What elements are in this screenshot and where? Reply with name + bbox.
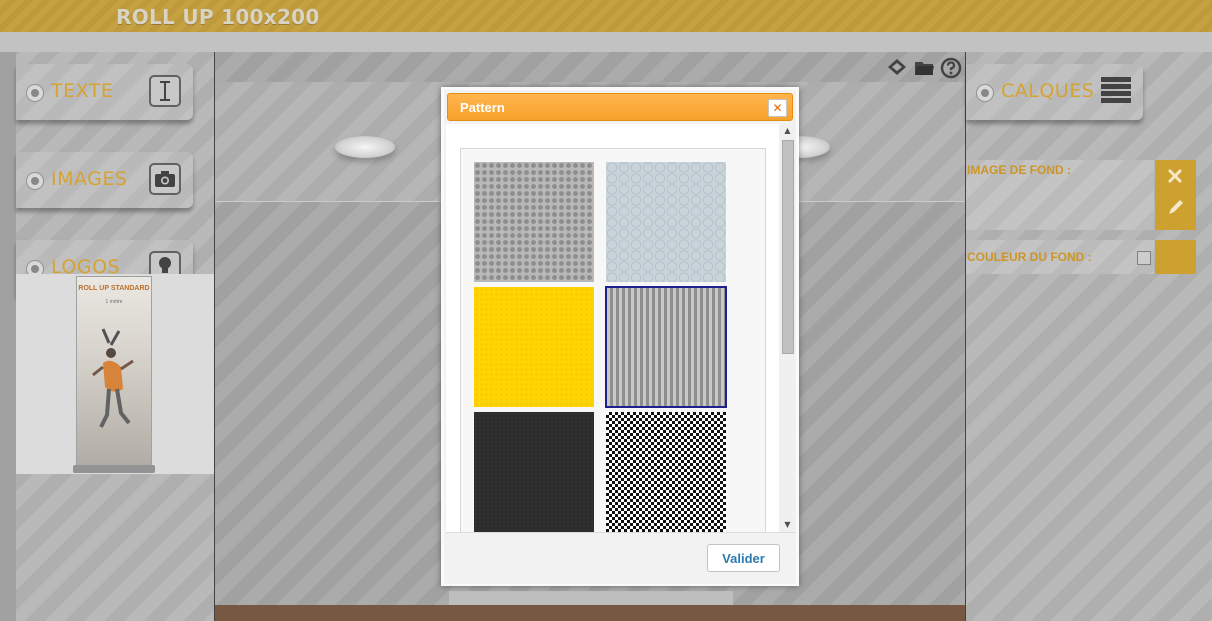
pattern-tile-grey-dots[interactable] [474, 162, 594, 282]
scroll-up-arrow-icon[interactable]: ▲ [779, 124, 796, 138]
dialog-close-button[interactable]: ✕ [768, 99, 787, 117]
scrollbar-thumb[interactable] [782, 140, 794, 354]
dialog-title: Pattern [460, 100, 505, 115]
dialog-scrollbar[interactable]: ▲ ▼ [779, 124, 796, 532]
pattern-dialog: Pattern ✕ ▲ ▼ Valider [441, 87, 799, 586]
pattern-tile-blue-hexagon[interactable] [606, 162, 726, 282]
pattern-tile-yellow[interactable] [474, 287, 594, 407]
pattern-tile-dark-texture[interactable] [474, 412, 594, 532]
pattern-tile-black-checker[interactable] [606, 412, 726, 532]
scroll-down-arrow-icon[interactable]: ▼ [779, 518, 796, 532]
valider-button[interactable]: Valider [707, 544, 780, 572]
pattern-grid [460, 148, 766, 532]
dialog-body: ▲ ▼ [446, 124, 796, 532]
dialog-header: Pattern ✕ [447, 93, 793, 121]
dialog-footer: Valider [446, 532, 796, 584]
pattern-tile-grey-stripes[interactable] [605, 286, 727, 408]
